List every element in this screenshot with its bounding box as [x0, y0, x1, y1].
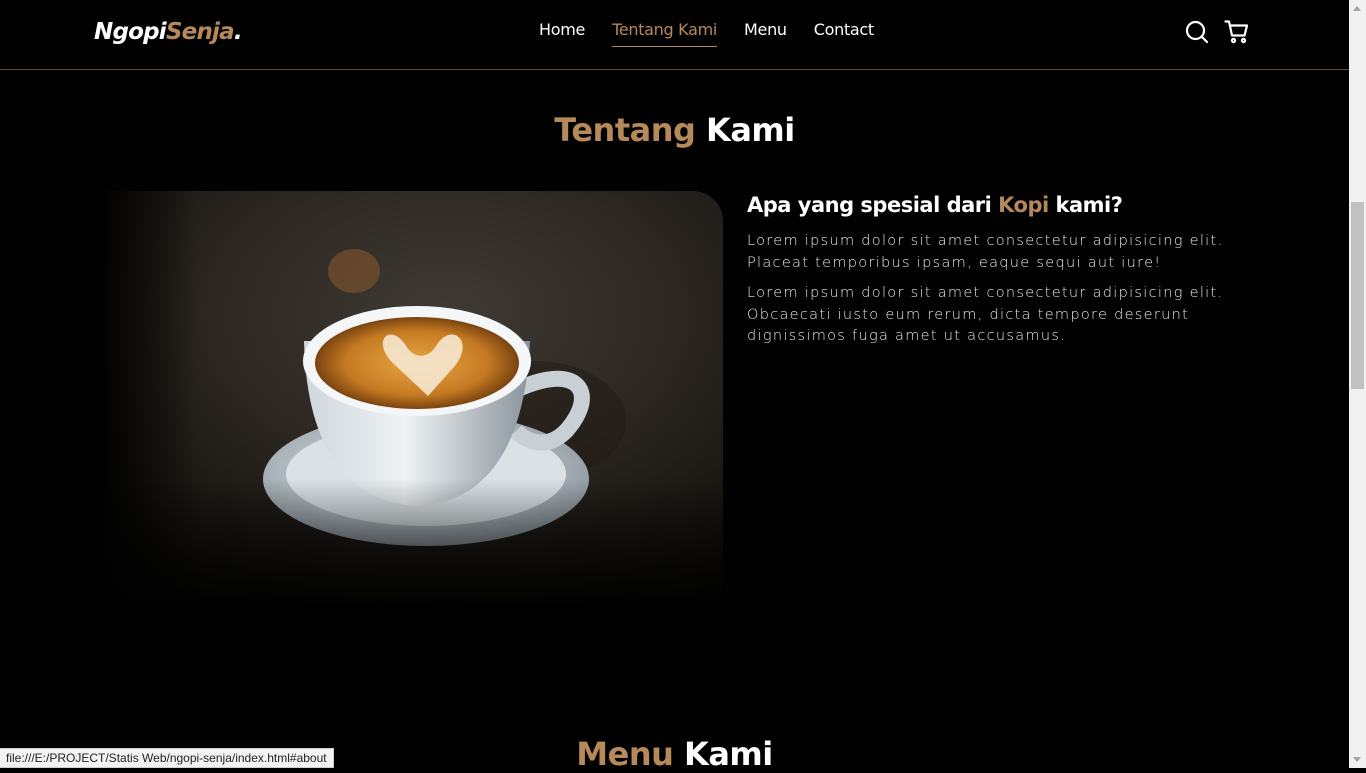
navbar: NgopiSenja. Home Tentang Kami Menu Conta… — [0, 0, 1349, 70]
about-content: Apa yang spesial dari Kopi kami? Lorem i… — [747, 193, 1247, 357]
about-paragraph-2: Lorem ipsum dolor sit amet consectetur a… — [747, 285, 1224, 344]
shopping-cart-icon[interactable] — [1224, 19, 1250, 45]
nav-link-menu[interactable]: Menu — [744, 20, 787, 47]
brand-logo[interactable]: NgopiSenja. — [94, 19, 243, 45]
menu-title-accent: Menu — [576, 735, 674, 773]
about-heading-before: Apa yang spesial dari — [747, 193, 999, 217]
nav-icons — [1184, 19, 1264, 45]
nav-links: Home Tentang Kami Menu Contact — [539, 20, 901, 47]
coffee-cup-image — [106, 191, 723, 602]
scroll-down-arrow-icon[interactable] — [1353, 757, 1361, 762]
coffee-latte-illustration — [106, 191, 723, 602]
nav-link-tentang-kami[interactable]: Tentang Kami — [612, 20, 717, 47]
about-title-accent: Tentang — [554, 111, 696, 149]
about-heading: Apa yang spesial dari Kopi kami? — [747, 193, 1247, 217]
logo-dot: . — [233, 19, 243, 45]
browser-status-bar: file:///E:/PROJECT/Statis Web/ngopi-senj… — [0, 748, 334, 768]
about-section-title: Tentang Kami — [0, 111, 1349, 149]
about-title-rest: Kami — [695, 111, 795, 149]
about-heading-accent: Kopi — [998, 193, 1049, 217]
logo-part-1: Ngopi — [94, 19, 167, 45]
logo-part-2: Senja — [165, 19, 235, 45]
search-icon[interactable] — [1184, 19, 1210, 45]
about-paragraph-1: Lorem ipsum dolor sit amet consectetur a… — [747, 233, 1224, 271]
vertical-scrollbar[interactable] — [1349, 0, 1366, 768]
scroll-up-arrow-icon[interactable] — [1353, 6, 1361, 11]
nav-link-contact[interactable]: Contact — [814, 20, 874, 47]
nav-link-home[interactable]: Home — [539, 20, 585, 47]
menu-title-rest: Kami — [673, 735, 773, 773]
about-heading-after: kami? — [1048, 193, 1123, 217]
scrollbar-thumb[interactable] — [1351, 202, 1364, 389]
